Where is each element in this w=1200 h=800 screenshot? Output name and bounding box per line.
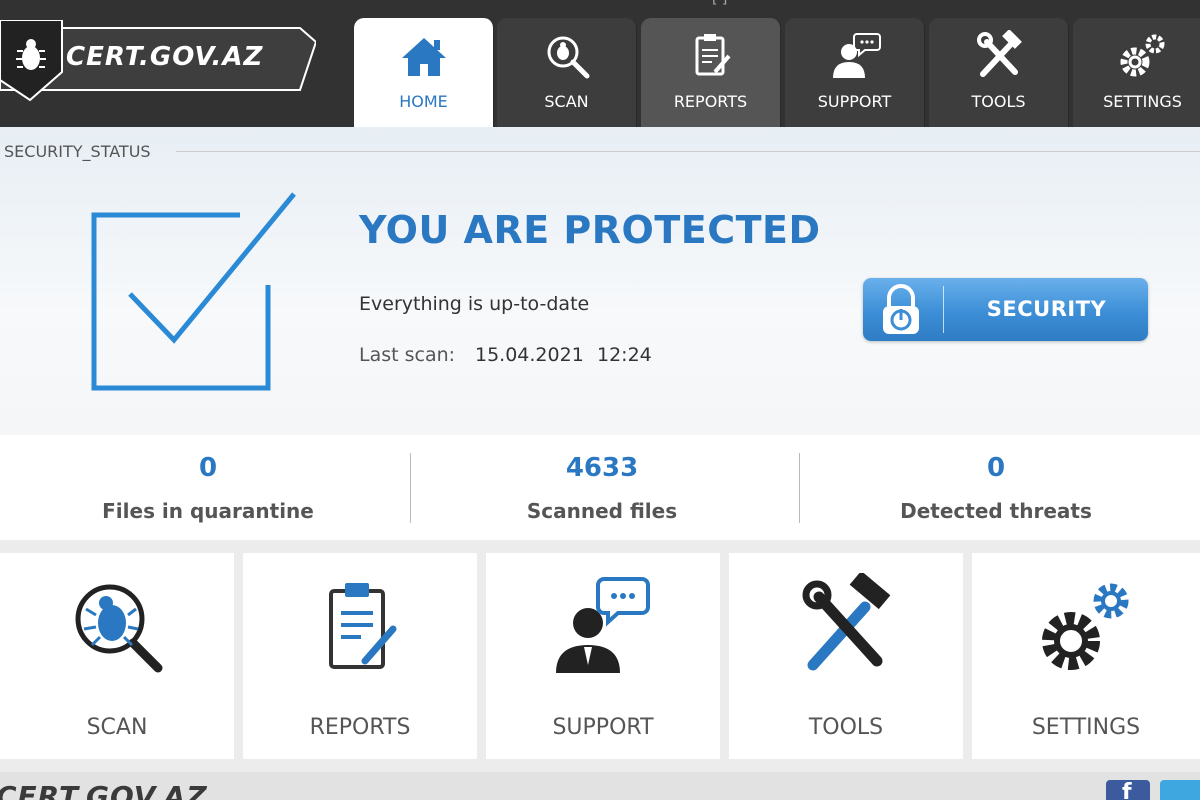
gears-icon	[1120, 34, 1164, 77]
stat-value: 0	[198, 453, 218, 483]
logo-text: CERT.GOV.AZ	[66, 42, 264, 72]
stat-scanned-files: 4633 Scanned files	[402, 435, 802, 540]
support-agent-icon	[556, 577, 650, 673]
stat-divider	[799, 453, 800, 523]
button-divider	[943, 286, 944, 333]
tab-label: REPORTS	[673, 92, 748, 111]
stat-divider	[410, 453, 411, 523]
tab-label: HOME	[399, 92, 448, 111]
tile-label: SCAN	[86, 715, 148, 740]
tab-label: SUPPORT	[817, 92, 892, 111]
tab-label: TOOLS	[971, 92, 1026, 111]
magnifier-bug-icon	[75, 584, 163, 673]
tab-home[interactable]: HOME	[354, 18, 494, 127]
tile-reports[interactable]: REPORTS	[243, 553, 477, 759]
last-scan-time: 12:24	[597, 344, 652, 366]
home-icon	[401, 38, 446, 76]
support-agent-icon	[832, 33, 881, 78]
last-scan-label: Last scan:	[359, 344, 456, 366]
tools-icon	[976, 30, 1022, 77]
tile-tools[interactable]: TOOLS	[729, 553, 963, 759]
tile-settings[interactable]: SETTINGS	[972, 553, 1200, 759]
security-button-label: SECURITY	[986, 297, 1107, 321]
stat-value: 0	[986, 453, 1006, 483]
last-scan-date: 15.04.2021	[475, 344, 584, 366]
tile-label: TOOLS	[808, 715, 884, 740]
stat-value: 4633	[565, 453, 639, 483]
tools-icon	[802, 573, 891, 671]
stat-label: Detected threats	[900, 499, 1092, 523]
clipboard-icon	[695, 34, 731, 76]
update-status-text: Everything is up-to-date	[359, 293, 590, 315]
tile-label: SUPPORT	[552, 715, 654, 740]
tab-reports[interactable]: REPORTS	[641, 18, 781, 127]
tile-support[interactable]: SUPPORT	[486, 553, 720, 759]
tab-scan[interactable]: SCAN	[497, 18, 637, 127]
protected-check-icon	[91, 192, 296, 391]
tab-tools[interactable]: TOOLS	[929, 18, 1069, 127]
gears-icon	[1042, 583, 1129, 670]
tab-label: SETTINGS	[1103, 92, 1182, 111]
window-title-hint: [ ]	[712, 0, 727, 7]
magnifier-bug-icon	[547, 36, 589, 79]
section-title: SECURITY_STATUS	[4, 142, 151, 161]
stat-label: Files in quarantine	[102, 499, 314, 523]
footer-bar: CERT.GOV.AZ	[0, 772, 1200, 800]
section-divider	[176, 151, 1200, 152]
footer-logo: CERT.GOV.AZ	[0, 780, 208, 800]
tab-settings[interactable]: SETTINGS	[1073, 18, 1200, 127]
tile-label: REPORTS	[309, 715, 411, 740]
security-button[interactable]: SECURITY	[863, 278, 1148, 341]
tab-label: SCAN	[544, 92, 589, 111]
stat-quarantine: 0 Files in quarantine	[8, 435, 408, 540]
protection-headline: YOU ARE PROTECTED	[359, 208, 821, 252]
lock-power-icon	[883, 284, 919, 334]
tab-support[interactable]: SUPPORT	[785, 18, 925, 127]
facebook-icon[interactable]: f	[1106, 780, 1150, 800]
tile-label: SETTINGS	[1031, 715, 1141, 740]
twitter-icon[interactable]	[1160, 780, 1200, 800]
app-logo: CERT.GOV.AZ	[0, 19, 318, 104]
stats-panel: 0 Files in quarantine 4633 Scanned files…	[0, 435, 1200, 540]
top-navigation-bar: [ ] CERT.GOV.AZ HOME S	[0, 0, 1200, 127]
section-header: SECURITY_STATUS	[0, 142, 1200, 161]
stat-detected-threats: 0 Detected threats	[796, 435, 1196, 540]
tile-scan[interactable]: SCAN	[0, 553, 234, 759]
clipboard-icon	[329, 583, 397, 669]
stat-label: Scanned files	[526, 499, 678, 523]
